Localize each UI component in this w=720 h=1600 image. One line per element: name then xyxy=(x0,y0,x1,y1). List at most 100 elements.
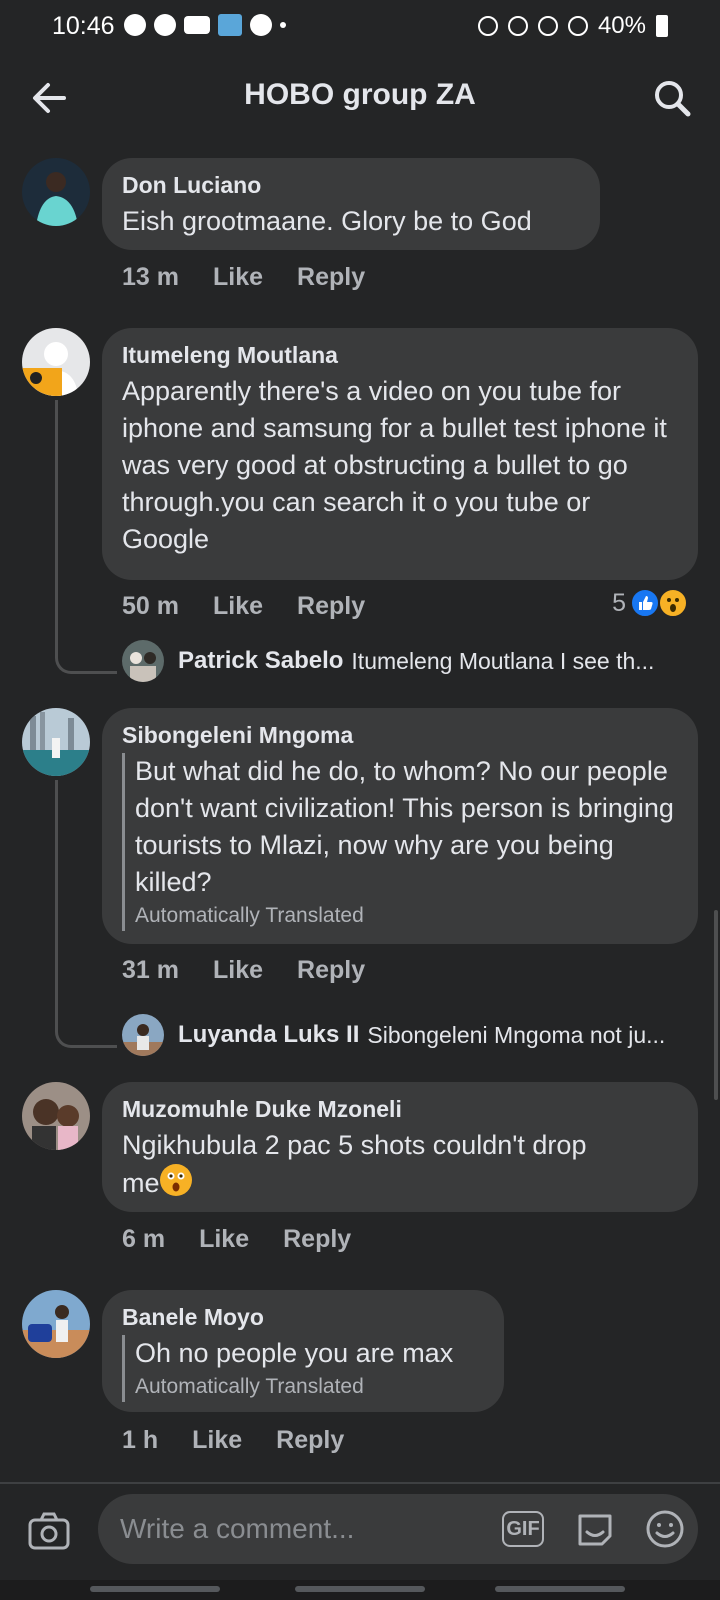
sticker-icon xyxy=(578,1514,612,1546)
news-app-icon xyxy=(218,14,242,36)
avatar-photo xyxy=(122,1014,164,1056)
comment-author[interactable]: Don Luciano xyxy=(122,172,580,199)
comment-bubble[interactable]: Banele Moyo Oh no people you are max Aut… xyxy=(102,1290,504,1412)
comment-bubble[interactable]: Don Luciano Eish grootmaane. Glory be to… xyxy=(102,158,600,250)
comment-bubble[interactable]: Itumeleng Moutlana Apparently there's a … xyxy=(102,328,698,580)
like-button[interactable]: Like xyxy=(213,263,263,292)
translated-block: Oh no people you are max Automatically T… xyxy=(122,1335,484,1402)
facebook-icon xyxy=(124,14,146,36)
reply-button[interactable]: Reply xyxy=(283,1225,351,1254)
avatar[interactable] xyxy=(22,1082,90,1150)
reply-button[interactable]: Reply xyxy=(297,956,365,985)
like-button[interactable]: Like xyxy=(192,1426,242,1455)
comment-bubble[interactable]: Sibongeleni Mngoma But what did he do, t… xyxy=(102,708,698,944)
system-status: 40% xyxy=(477,12,668,40)
comment-time: 1 h xyxy=(122,1426,159,1454)
wifi-icon xyxy=(537,16,558,36)
system-nav-bar xyxy=(0,1580,720,1600)
thread-connector-curve xyxy=(55,640,117,674)
comment-text-line: Ngikhubula 2 pac 5 shots couldn't drop xyxy=(122,1130,587,1160)
wow-reaction-icon xyxy=(658,588,688,618)
comment-author[interactable]: Itumeleng Moutlana xyxy=(122,342,678,369)
avatar-photo xyxy=(22,158,90,226)
comment-text: Oh no people you are max xyxy=(135,1338,454,1368)
comment-composer: GIF xyxy=(0,1482,720,1578)
nav-back-handle[interactable] xyxy=(495,1586,625,1592)
reaction-summary[interactable]: 5 xyxy=(612,588,688,618)
alarm-icon xyxy=(477,16,498,36)
comment-actions: 50 m Like Reply xyxy=(122,592,365,621)
like-button[interactable]: Like xyxy=(199,1225,249,1254)
status-time: 10:46 xyxy=(52,12,115,40)
thread-connector xyxy=(55,780,58,1012)
reply-button[interactable]: Reply xyxy=(297,592,365,621)
comment-text: Ngikhubula 2 pac 5 shots couldn't drop m… xyxy=(122,1127,678,1202)
comment-actions: 6 m Like Reply xyxy=(122,1225,351,1254)
like-button[interactable]: Like xyxy=(213,956,263,985)
comment-author[interactable]: Muzomuhle Duke Mzoneli xyxy=(122,1096,678,1123)
avatar[interactable] xyxy=(22,708,90,776)
pinwheel-icon xyxy=(250,14,272,36)
comment-time: 6 m xyxy=(122,1225,166,1253)
avatar-photo xyxy=(22,1290,90,1358)
comment-text: Apparently there's a video on you tube f… xyxy=(122,376,667,554)
like-button[interactable]: Like xyxy=(213,592,263,621)
translation-note[interactable]: Automatically Translated xyxy=(135,1372,484,1402)
comment-text-line: me xyxy=(122,1168,160,1198)
avatar-default-photo xyxy=(22,328,90,396)
search-button[interactable] xyxy=(648,74,696,122)
thread-connector-curve xyxy=(55,1012,117,1048)
avatar[interactable] xyxy=(122,640,164,682)
scrollbar-thumb[interactable] xyxy=(714,910,718,1100)
sticker-button[interactable] xyxy=(574,1508,616,1550)
reply-button[interactable]: Reply xyxy=(297,263,365,292)
astonished-emoji-icon xyxy=(159,1164,192,1196)
reply-preview[interactable]: Luyanda Luks II Sibongeleni Mngoma not j… xyxy=(122,1014,665,1056)
avatar[interactable] xyxy=(22,158,90,226)
reply-text: Itumeleng Moutlana I see th... xyxy=(351,647,655,674)
comment-time: 50 m xyxy=(122,592,179,620)
thread-connector xyxy=(55,400,58,640)
avatar-photo xyxy=(22,708,90,776)
avatar[interactable] xyxy=(22,328,90,396)
translation-note[interactable]: Automatically Translated xyxy=(135,901,678,931)
nav-recents-handle[interactable] xyxy=(90,1586,220,1592)
youtube-icon xyxy=(184,16,210,34)
nav-home-handle[interactable] xyxy=(295,1586,425,1592)
signal-icon xyxy=(567,16,588,36)
comment-author[interactable]: Sibongeleni Mngoma xyxy=(122,722,678,749)
comment-time: 31 m xyxy=(122,956,179,984)
avatar[interactable] xyxy=(22,1290,90,1358)
comment-text: Eish grootmaane. Glory be to God xyxy=(122,206,532,236)
reply-preview[interactable]: Patrick Sabelo Itumeleng Moutlana I see … xyxy=(122,640,654,682)
reply-button[interactable]: Reply xyxy=(276,1426,344,1455)
battery-icon xyxy=(656,15,668,37)
gif-button[interactable]: GIF xyxy=(502,1511,544,1547)
notification-icons xyxy=(124,14,286,36)
camera-button[interactable] xyxy=(26,1508,72,1554)
comment-bubble[interactable]: Muzomuhle Duke Mzoneli Ngikhubula 2 pac … xyxy=(102,1082,698,1212)
mute-icon xyxy=(507,16,528,36)
status-bar: 10:46 40% xyxy=(0,0,720,56)
reply-author[interactable]: Luyanda Luks II xyxy=(178,1021,359,1049)
reply-author[interactable]: Patrick Sabelo xyxy=(178,647,343,675)
reaction-count: 5 xyxy=(612,588,626,617)
comment-time: 13 m xyxy=(122,263,179,291)
battery-percent: 40% xyxy=(597,12,646,39)
comment-actions: 13 m Like Reply xyxy=(122,263,365,292)
more-notifications-dot-icon xyxy=(280,22,286,28)
emoji-button[interactable] xyxy=(644,1508,686,1550)
camera-icon xyxy=(28,1512,70,1550)
page-title: HOBO group ZA xyxy=(244,78,476,111)
translated-block: But what did he do, to whom? No our peop… xyxy=(122,753,678,931)
like-reaction-icon xyxy=(630,588,660,618)
avatar-photo xyxy=(22,1082,90,1150)
comment-author[interactable]: Banele Moyo xyxy=(122,1304,484,1331)
smiley-icon xyxy=(646,1510,684,1548)
group-header: HOBO group ZA xyxy=(0,62,720,134)
comment-actions: 31 m Like Reply xyxy=(122,956,365,985)
avatar[interactable] xyxy=(122,1014,164,1056)
search-icon xyxy=(655,81,691,117)
reply-text: Sibongeleni Mngoma not ju... xyxy=(367,1021,666,1048)
comment-text: But what did he do, to whom? No our peop… xyxy=(135,756,674,897)
